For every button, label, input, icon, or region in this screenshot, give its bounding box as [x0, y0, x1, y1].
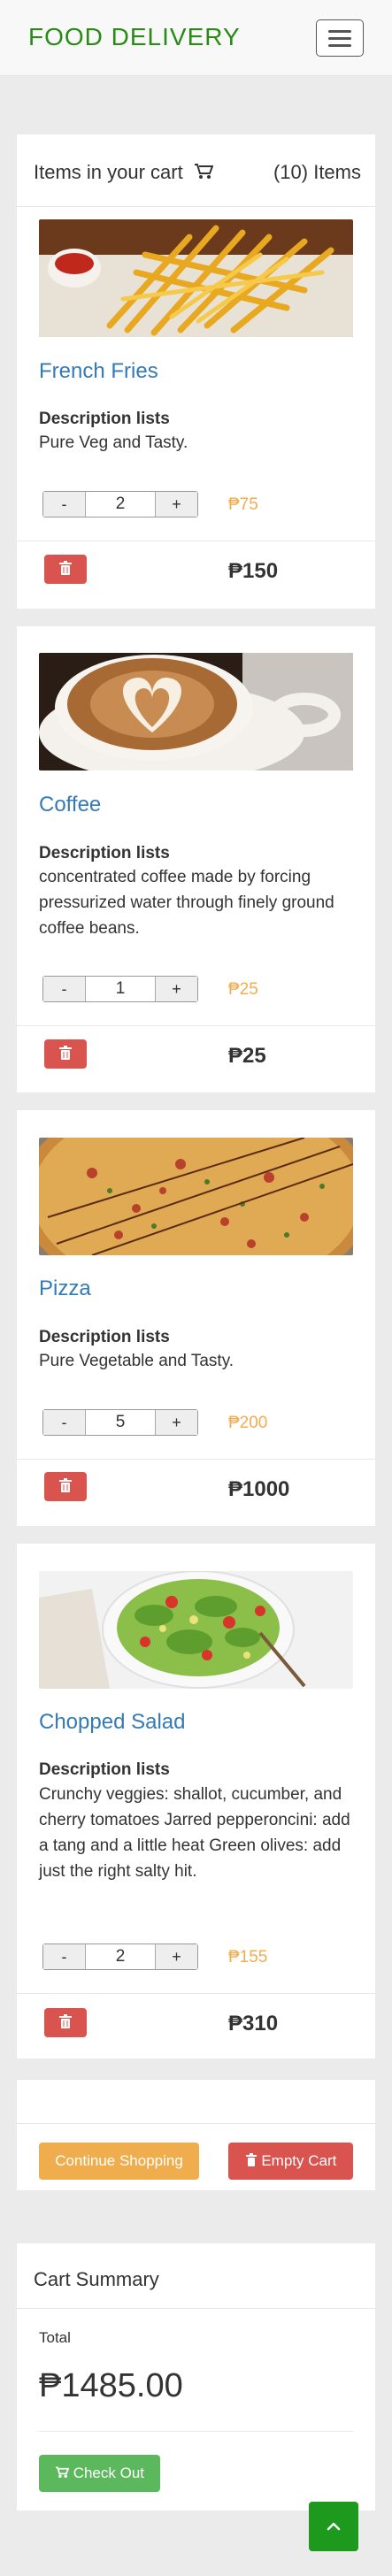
unit-price: ₱25: [228, 980, 258, 999]
cart-item-count: (10) Items: [273, 161, 361, 183]
item-image-salad: [39, 1571, 353, 1689]
cart-icon: [194, 163, 214, 186]
divider: [39, 2431, 353, 2432]
quantity-stepper: - 2 +: [42, 491, 198, 518]
item-name[interactable]: French Fries: [39, 359, 158, 384]
item-name[interactable]: Chopped Salad: [39, 1710, 185, 1735]
trash-icon: [245, 2153, 257, 2166]
item-description: concentrated coffee made by forcing pres…: [39, 868, 334, 938]
item-name[interactable]: Pizza: [39, 1276, 91, 1301]
decrement-button[interactable]: -: [43, 977, 86, 1001]
item-description: Pure Vegetable and Tasty.: [39, 1352, 234, 1370]
divider: [17, 1025, 375, 1026]
item-image-fries: [39, 219, 353, 337]
decrement-button[interactable]: -: [43, 1944, 86, 1969]
cart-summary: Cart Summary Total ₱1485.00 Check Out: [17, 2243, 375, 2511]
unit-price: ₱155: [228, 1948, 268, 1966]
divider: [17, 540, 375, 541]
checkout-label: Check Out: [73, 2465, 145, 2481]
divider: [17, 1993, 375, 1994]
item-subtotal: ₱310: [228, 2012, 279, 2036]
item-subtotal: ₱150: [228, 559, 279, 583]
description-heading: Description lists: [39, 1328, 170, 1346]
quantity-value[interactable]: 2: [86, 492, 155, 517]
description-heading: Description lists: [39, 410, 170, 428]
brand-logo[interactable]: FOOD DELIVERY: [28, 23, 241, 51]
description-heading: Description lists: [39, 844, 170, 862]
checkout-button[interactable]: Check Out: [39, 2455, 160, 2492]
trash-icon: [59, 2014, 72, 2028]
delete-item-button[interactable]: [44, 2008, 87, 2037]
summary-title: Cart Summary: [34, 2268, 159, 2290]
unit-price: ₱200: [228, 1414, 268, 1432]
item-spacer: [17, 1092, 375, 1110]
item-name[interactable]: Coffee: [39, 793, 101, 817]
decrement-button[interactable]: -: [43, 492, 86, 517]
item-spacer: [17, 609, 375, 626]
item-image-pizza: [39, 1138, 353, 1255]
trash-icon: [59, 1046, 72, 1060]
increment-button[interactable]: +: [155, 492, 197, 517]
increment-button[interactable]: +: [155, 977, 197, 1001]
quantity-value[interactable]: 1: [86, 977, 155, 1001]
cart-footer-actions: Continue Shopping Empty Cart: [17, 2123, 375, 2190]
total-label: Total: [39, 2329, 71, 2346]
menu-toggle-button[interactable]: [316, 19, 364, 57]
empty-cart-button[interactable]: Empty Cart: [228, 2143, 353, 2180]
summary-header: Cart Summary: [17, 2243, 375, 2309]
item-spacer: [17, 1526, 375, 1544]
delete-item-button[interactable]: [44, 1039, 87, 1069]
unit-price: ₱75: [228, 495, 258, 514]
item-description: Crunchy veggies: shallot, cucumber, and …: [39, 1785, 350, 1881]
quantity-stepper: - 5 +: [42, 1409, 198, 1436]
increment-button[interactable]: +: [155, 1944, 197, 1969]
cart-panel: Items in your cart (10) Items French Fri…: [17, 134, 375, 2058]
item-description: Pure Veg and Tasty.: [39, 433, 188, 452]
delete-item-button[interactable]: [44, 1472, 87, 1501]
trash-icon: [59, 1478, 72, 1492]
item-spacer: [17, 2061, 375, 2079]
quantity-value[interactable]: 5: [86, 1410, 155, 1435]
quantity-stepper: - 1 +: [42, 976, 198, 1002]
item-subtotal: ₱1000: [228, 1477, 290, 1501]
item-image-coffee: [39, 653, 353, 770]
cart-header: Items in your cart (10) Items: [17, 134, 375, 207]
trash-icon: [59, 561, 72, 575]
increment-button[interactable]: +: [155, 1410, 197, 1435]
quantity-stepper: - 2 +: [42, 1944, 198, 1970]
navbar: FOOD DELIVERY: [0, 0, 392, 76]
quantity-value[interactable]: 2: [86, 1944, 155, 1969]
decrement-button[interactable]: -: [43, 1410, 86, 1435]
cart-title: Items in your cart: [34, 161, 183, 183]
divider: [17, 1459, 375, 1460]
delete-item-button[interactable]: [44, 555, 87, 584]
description-heading: Description lists: [39, 1760, 170, 1779]
total-value: ₱1485.00: [39, 2367, 183, 2404]
chevron-up-icon: [327, 2522, 341, 2531]
item-subtotal: ₱25: [228, 1044, 266, 1068]
scroll-top-button[interactable]: [309, 2502, 358, 2551]
empty-cart-label: Empty Cart: [261, 2152, 337, 2169]
continue-shopping-button[interactable]: Continue Shopping: [39, 2143, 199, 2180]
cart-icon: [55, 2466, 70, 2478]
menu-icon: [328, 30, 351, 33]
